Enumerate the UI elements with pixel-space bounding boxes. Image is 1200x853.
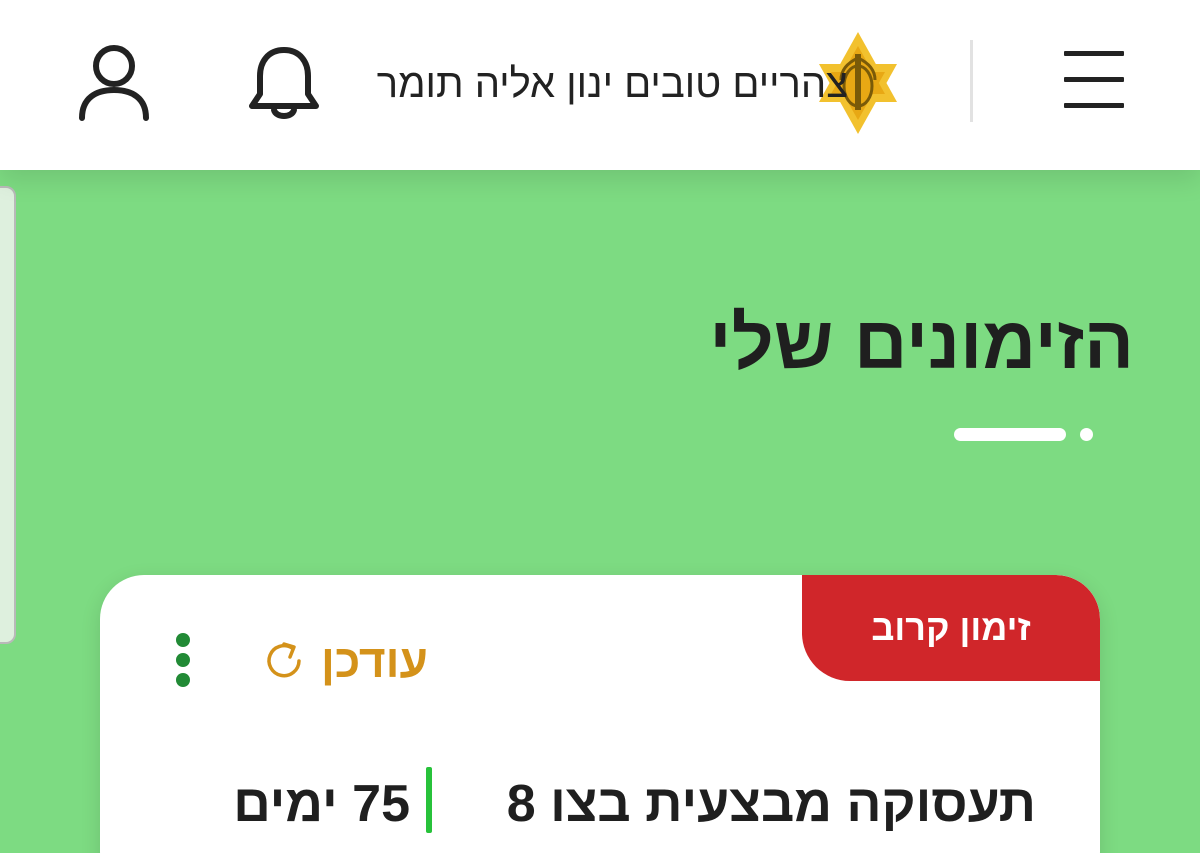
upcoming-call-up-badge: זימון קרוב	[802, 575, 1100, 681]
call-up-card[interactable]: זימון קרוב עודכן תעסוקה מבצעית בצו 8 75 …	[100, 575, 1100, 853]
call-up-title: תעסוקה מבצעית בצו 8	[506, 775, 1036, 833]
kebab-menu-icon[interactable]	[172, 631, 194, 689]
kebab-dot	[176, 633, 190, 647]
title-separator	[426, 767, 432, 833]
call-up-duration: 75 ימים	[233, 775, 410, 833]
title-underline-dot	[1080, 428, 1093, 441]
updated-status: עודכן	[232, 629, 428, 693]
hamburger-menu-icon[interactable]	[1062, 48, 1126, 112]
kebab-dot	[176, 673, 190, 687]
header-divider	[970, 40, 973, 122]
menu-line	[1064, 77, 1124, 82]
updated-status-label: עודכן	[320, 635, 428, 687]
side-drawer-handle[interactable]	[0, 186, 16, 644]
kebab-dot	[176, 653, 190, 667]
menu-line	[1064, 51, 1124, 56]
refresh-icon	[267, 642, 301, 678]
greeting-text: צהריים טובים ינון אליה תומר	[376, 62, 848, 106]
app-screen: צהריים טובים ינון אליה תומר הזימונים שלי…	[0, 0, 1200, 853]
page-title: הזימונים שלי	[709, 301, 1134, 384]
menu-line	[1064, 103, 1124, 108]
title-underline	[954, 428, 1066, 441]
top-header: צהריים טובים ינון אליה תומר	[0, 0, 1200, 170]
user-profile-icon[interactable]	[76, 42, 152, 122]
